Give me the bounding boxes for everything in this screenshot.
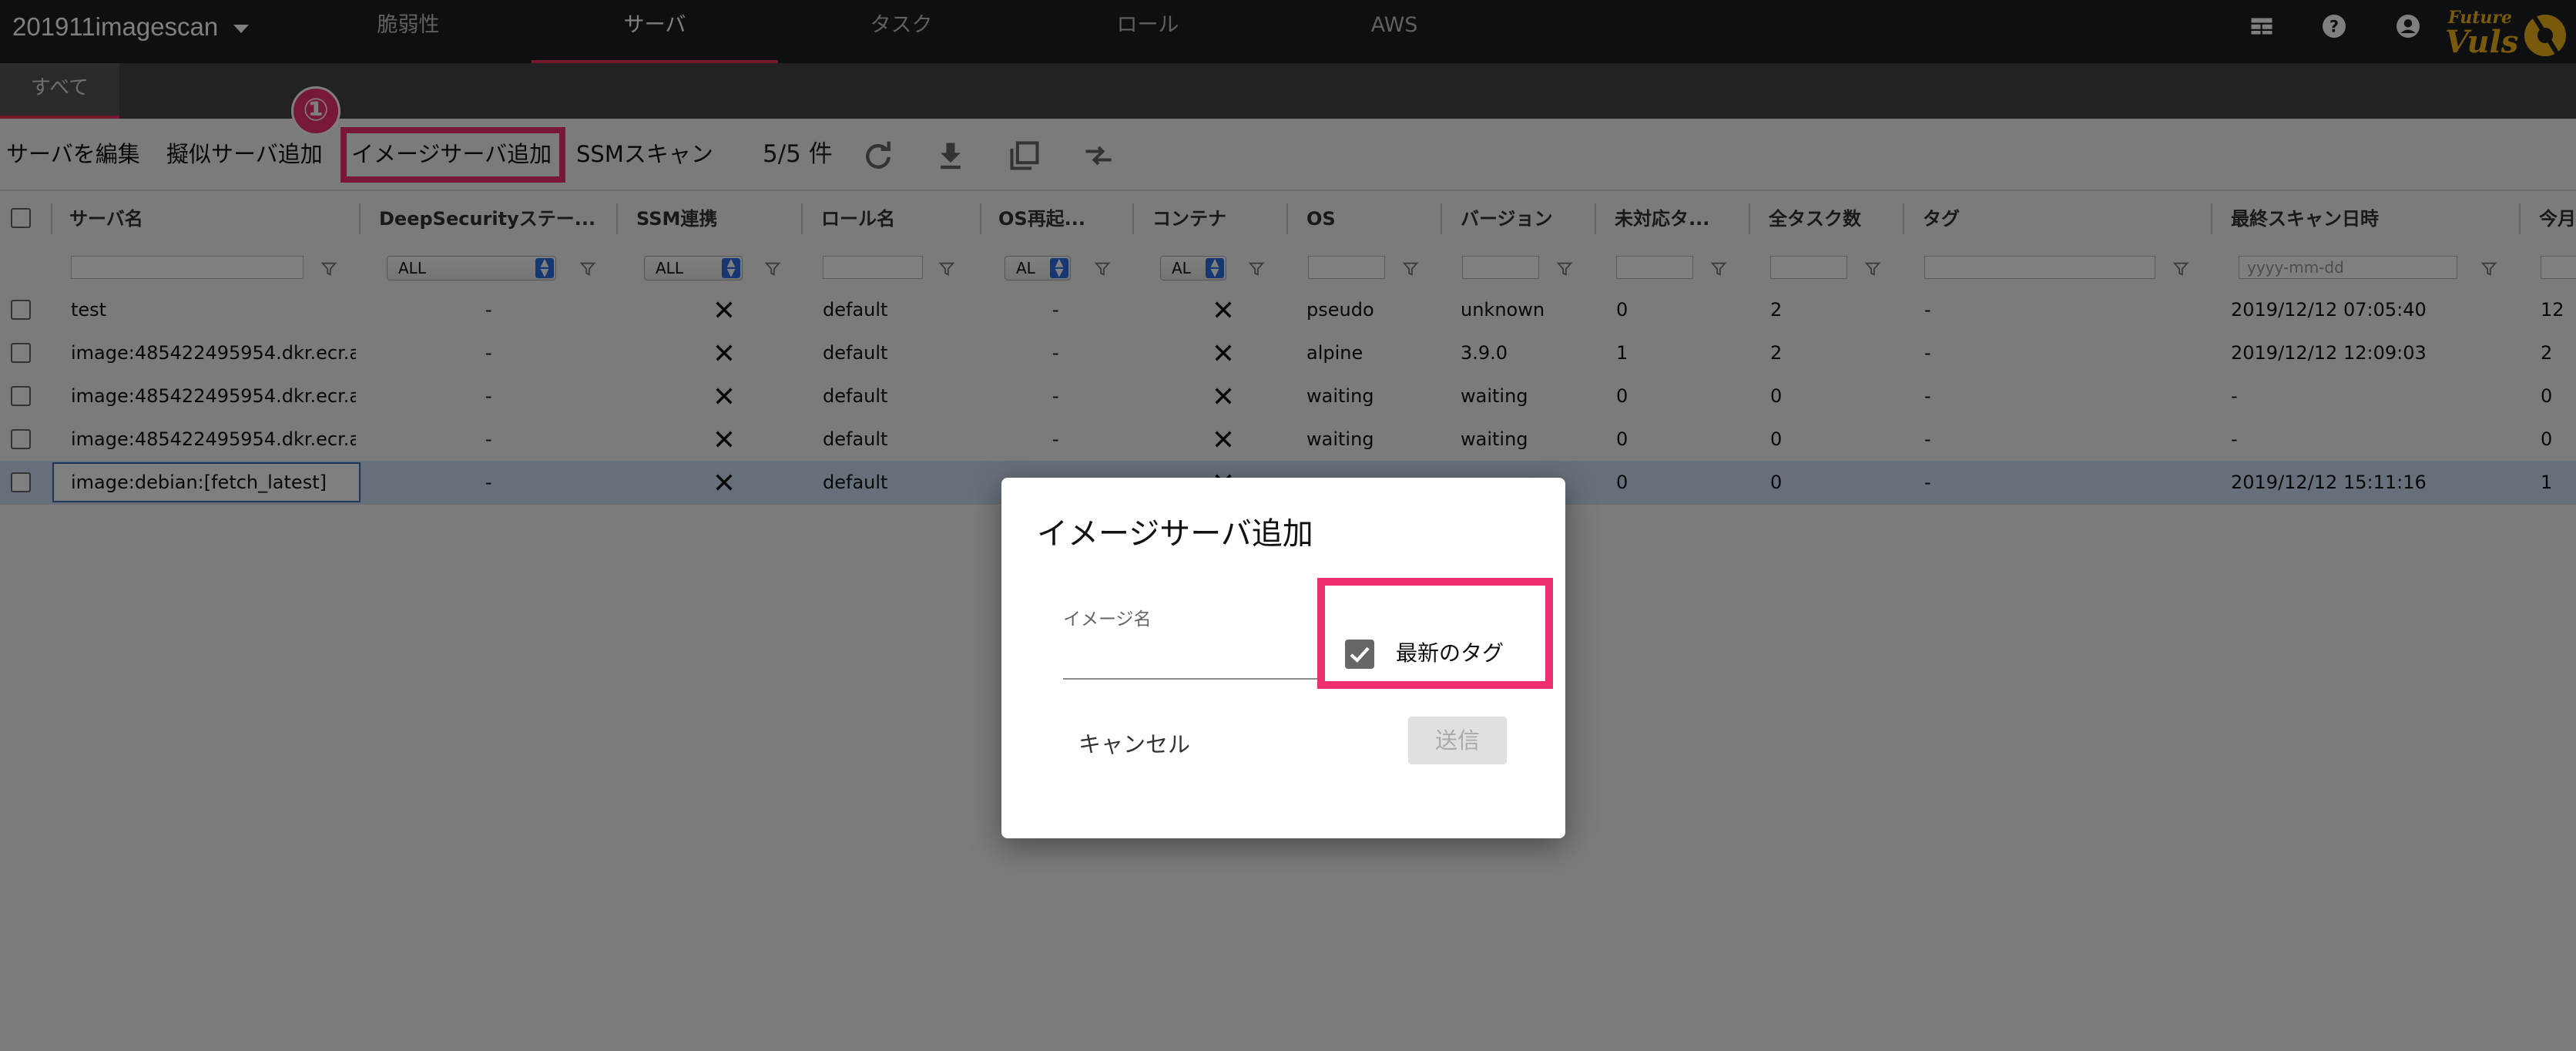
submit-button[interactable]: 送信 (1408, 717, 1507, 764)
image-server-dialog: イメージサーバ追加 イメージ名 最新のタグ キャンセル 送信 (1001, 478, 1565, 838)
latest-tag-label[interactable]: 最新のタグ (1396, 638, 1504, 669)
highlight-latest-tag (1317, 578, 1553, 689)
image-name-label: イメージ名 (1063, 609, 1152, 630)
image-name-input[interactable] (1063, 632, 1317, 680)
app: 201911imagescan 脆弱性 サーバ タスク ロール AWS ? Fu… (0, 0, 2576, 1051)
latest-tag-checkbox[interactable] (1345, 640, 1374, 669)
dialog-title: イメージサーバ追加 (1037, 517, 1313, 551)
cancel-button[interactable]: キャンセル (1078, 721, 1190, 767)
